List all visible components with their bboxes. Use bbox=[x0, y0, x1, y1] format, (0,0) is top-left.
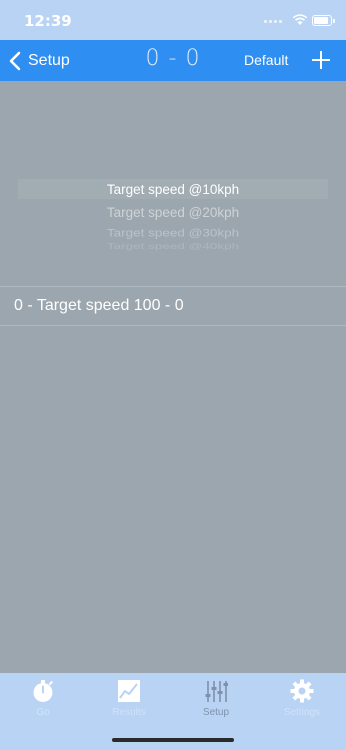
tab-settings[interactable]: Settings bbox=[259, 673, 345, 725]
back-button[interactable]: Setup bbox=[8, 40, 70, 81]
divider bbox=[0, 325, 346, 326]
status-time: 12:39 bbox=[24, 12, 72, 30]
chevron-left-icon bbox=[9, 51, 21, 70]
target-speed-picker[interactable]: Target speed @10kph Target speed @20kph … bbox=[0, 81, 346, 286]
gear-icon bbox=[290, 679, 314, 703]
wifi-icon bbox=[292, 14, 308, 25]
back-button-label: Setup bbox=[28, 51, 70, 69]
stopwatch-icon bbox=[33, 680, 53, 702]
chart-icon bbox=[118, 680, 140, 702]
picker-option[interactable]: Target speed @10kph bbox=[0, 182, 346, 197]
tab-label: Results bbox=[112, 707, 146, 718]
signal-icon bbox=[264, 20, 282, 23]
default-button[interactable]: Default bbox=[244, 52, 288, 68]
navigation-bar: Setup 0 - 0 Default bbox=[0, 40, 346, 81]
picker-option[interactable]: Target speed @20kph bbox=[0, 205, 346, 220]
battery-icon bbox=[312, 15, 335, 26]
tab-label: Settings bbox=[283, 707, 321, 718]
tab-setup[interactable]: Setup bbox=[173, 673, 259, 725]
home-indicator bbox=[112, 738, 234, 742]
sliders-icon bbox=[205, 681, 228, 702]
tab-label: Setup bbox=[202, 707, 230, 718]
status-icons bbox=[252, 14, 335, 28]
add-button[interactable] bbox=[309, 48, 333, 72]
list-item[interactable]: 0 - Target speed 100 - 0 bbox=[14, 297, 184, 315]
picker-option[interactable]: Target speed @40kph bbox=[0, 242, 346, 251]
status-bar: 12:39 bbox=[0, 0, 346, 40]
picker-option[interactable]: Target speed @30kph bbox=[0, 226, 346, 239]
tab-go[interactable]: Go bbox=[0, 673, 86, 725]
divider bbox=[0, 286, 346, 287]
tab-results[interactable]: Results bbox=[86, 673, 172, 725]
tab-label: Go bbox=[36, 707, 50, 718]
